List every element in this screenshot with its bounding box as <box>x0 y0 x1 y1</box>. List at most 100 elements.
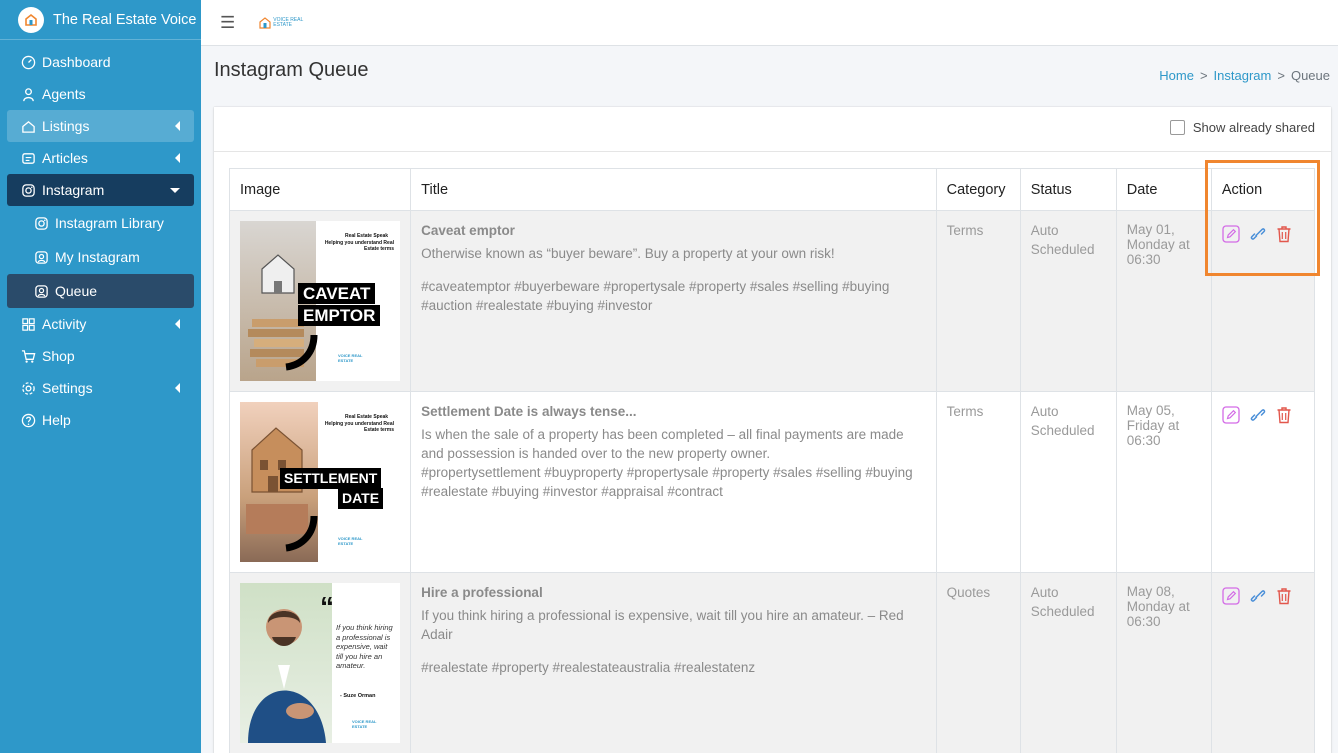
table-row: Real Estate Speak Helping you understand… <box>228 391 1316 573</box>
table-row: “ If you think hiring a professional is … <box>228 572 1316 753</box>
post-thumbnail[interactable]: Real Estate Speak Helping you understand… <box>240 221 400 381</box>
post-title: Hire a professional <box>421 585 543 600</box>
post-description: If you think hiring a professional is ex… <box>421 608 904 642</box>
status-cell: Auto Scheduled <box>1019 391 1117 573</box>
sidebar-nav: Dashboard Agents Listings Articles Insta… <box>0 40 201 436</box>
thumbnail-heading: DATE <box>338 488 384 509</box>
thumbnail-heading: CAVEAT <box>298 283 376 304</box>
dashboard-icon <box>20 54 36 70</box>
link-icon[interactable] <box>1248 587 1268 610</box>
sidebar-item-label: Listings <box>42 118 90 134</box>
sidebar-item-instagram[interactable]: Instagram <box>7 174 194 206</box>
arc-decoration <box>285 515 318 552</box>
breadcrumb-instagram[interactable]: Instagram <box>1214 68 1272 83</box>
thumbnail-author: - Suze Orman <box>340 693 376 699</box>
column-header-title: Title <box>410 168 937 211</box>
sidebar-item-queue[interactable]: Queue <box>7 274 194 308</box>
queue-card: Show already shared Image Title Category… <box>214 107 1331 753</box>
breadcrumb-current: Queue <box>1290 68 1330 83</box>
post-title: Settlement Date is always tense... <box>421 404 637 419</box>
sidebar-item-label: Agents <box>42 86 86 102</box>
help-icon <box>20 412 36 428</box>
status-cell: Auto Scheduled <box>1019 572 1117 753</box>
thumbnail-heading: EMPTOR <box>298 305 381 326</box>
column-header-date: Date <box>1115 168 1212 211</box>
post-thumbnail[interactable]: “ If you think hiring a professional is … <box>240 583 400 743</box>
post-title: Caveat emptor <box>421 223 515 238</box>
card-header: Show already shared <box>214 107 1331 152</box>
edit-icon[interactable] <box>1222 587 1240 610</box>
category-cell: Terms <box>935 210 1021 392</box>
post-description: Otherwise known as “buyer beware”. Buy a… <box>421 246 835 261</box>
delete-icon[interactable] <box>1276 587 1292 610</box>
link-icon[interactable] <box>1248 406 1268 429</box>
sidebar-item-label: Dashboard <box>42 54 111 70</box>
page-title: Instagram Queue <box>214 59 369 81</box>
image-cell: Real Estate Speak Helping you understand… <box>228 391 412 573</box>
house-logo-icon <box>259 17 271 29</box>
thumbnail-heading: SETTLEMENT <box>280 468 382 489</box>
quote-mark-icon: “ <box>320 591 334 622</box>
edit-icon[interactable] <box>1222 406 1240 429</box>
sidebar-item-label: Articles <box>42 150 88 166</box>
post-thumbnail[interactable]: Real Estate Speak Helping you understand… <box>240 402 400 562</box>
image-cell: “ If you think hiring a professional is … <box>228 572 412 753</box>
chevron-left-icon <box>175 121 180 131</box>
post-hashtags: #realestate #property #realestateaustral… <box>421 660 756 675</box>
breadcrumb-separator: > <box>1199 68 1208 83</box>
show-shared-label: Show already shared <box>1192 120 1315 135</box>
thumbnail-subtitle: Helping you understand Real Estate terms <box>324 421 394 433</box>
sidebar-item-instagram-library[interactable]: Instagram Library <box>7 206 194 240</box>
sidebar-item-my-instagram[interactable]: My Instagram <box>7 240 194 274</box>
sidebar-item-settings[interactable]: Settings <box>7 372 194 404</box>
action-cell <box>1210 391 1316 573</box>
breadcrumb: Home > Instagram > Queue <box>1159 68 1330 83</box>
thumbnail-logo: VOICE REAL ESTATE <box>338 536 363 546</box>
cart-icon <box>20 348 36 364</box>
instagram-icon <box>20 182 36 198</box>
sidebar-item-label: Shop <box>42 348 75 364</box>
brand[interactable]: The Real Estate Voice <box>0 0 201 40</box>
row-actions <box>1222 583 1304 610</box>
sidebar-item-listings[interactable]: Listings <box>7 110 194 142</box>
sidebar-item-label: Instagram Library <box>55 215 164 231</box>
activity-icon <box>20 316 36 332</box>
sidebar-item-help[interactable]: Help <box>7 404 194 436</box>
category-cell: Terms <box>935 391 1021 573</box>
show-shared-toggle[interactable]: Show already shared <box>1169 120 1315 135</box>
row-actions <box>1222 402 1304 429</box>
chevron-left-icon <box>175 319 180 329</box>
sidebar-item-shop[interactable]: Shop <box>7 340 194 372</box>
queue-icon <box>33 283 49 299</box>
title-cell: Settlement Date is always tense... Is wh… <box>410 391 937 573</box>
post-description: Is when the sale of a property has been … <box>421 427 904 461</box>
chevron-left-icon <box>175 383 180 393</box>
articles-icon <box>20 150 36 166</box>
sidebar-item-activity[interactable]: Activity <box>7 308 194 340</box>
sidebar-item-label: Help <box>42 412 71 428</box>
date-cell: May 05, Friday at 06:30 <box>1115 391 1212 573</box>
chevron-down-icon <box>170 188 180 193</box>
brand-name: The Real Estate Voice <box>53 11 197 28</box>
show-shared-checkbox[interactable] <box>1169 120 1185 135</box>
listings-icon <box>20 118 36 134</box>
queue-table: Image Title Category Status Date Action <box>228 168 1316 753</box>
sidebar-item-agents[interactable]: Agents <box>7 78 194 110</box>
arc-decoration <box>285 334 318 371</box>
image-cell: Real Estate Speak Helping you understand… <box>228 210 412 392</box>
date-cell: May 01, Monday at 06:30 <box>1115 210 1212 392</box>
sidebar-item-label: Queue <box>55 283 98 299</box>
table-row: Real Estate Speak Helping you understand… <box>228 210 1316 392</box>
sidebar-item-dashboard[interactable]: Dashboard <box>7 46 194 78</box>
breadcrumb-home[interactable]: Home <box>1159 68 1194 83</box>
topbar: ☰ VOICE REAL ESTATE <box>201 0 1338 46</box>
table-header-row: Image Title Category Status Date Action <box>228 168 1316 211</box>
delete-icon[interactable] <box>1276 406 1292 429</box>
settings-icon <box>20 380 36 396</box>
instagram-icon <box>33 215 49 231</box>
menu-toggle-icon[interactable]: ☰ <box>220 13 235 33</box>
sidebar-item-articles[interactable]: Articles <box>7 142 194 174</box>
post-hashtags: #propertysettlement #buyproperty #proper… <box>421 465 913 499</box>
date-cell: May 08, Monday at 06:30 <box>1115 572 1212 753</box>
top-logo[interactable]: VOICE REAL ESTATE <box>259 16 313 29</box>
